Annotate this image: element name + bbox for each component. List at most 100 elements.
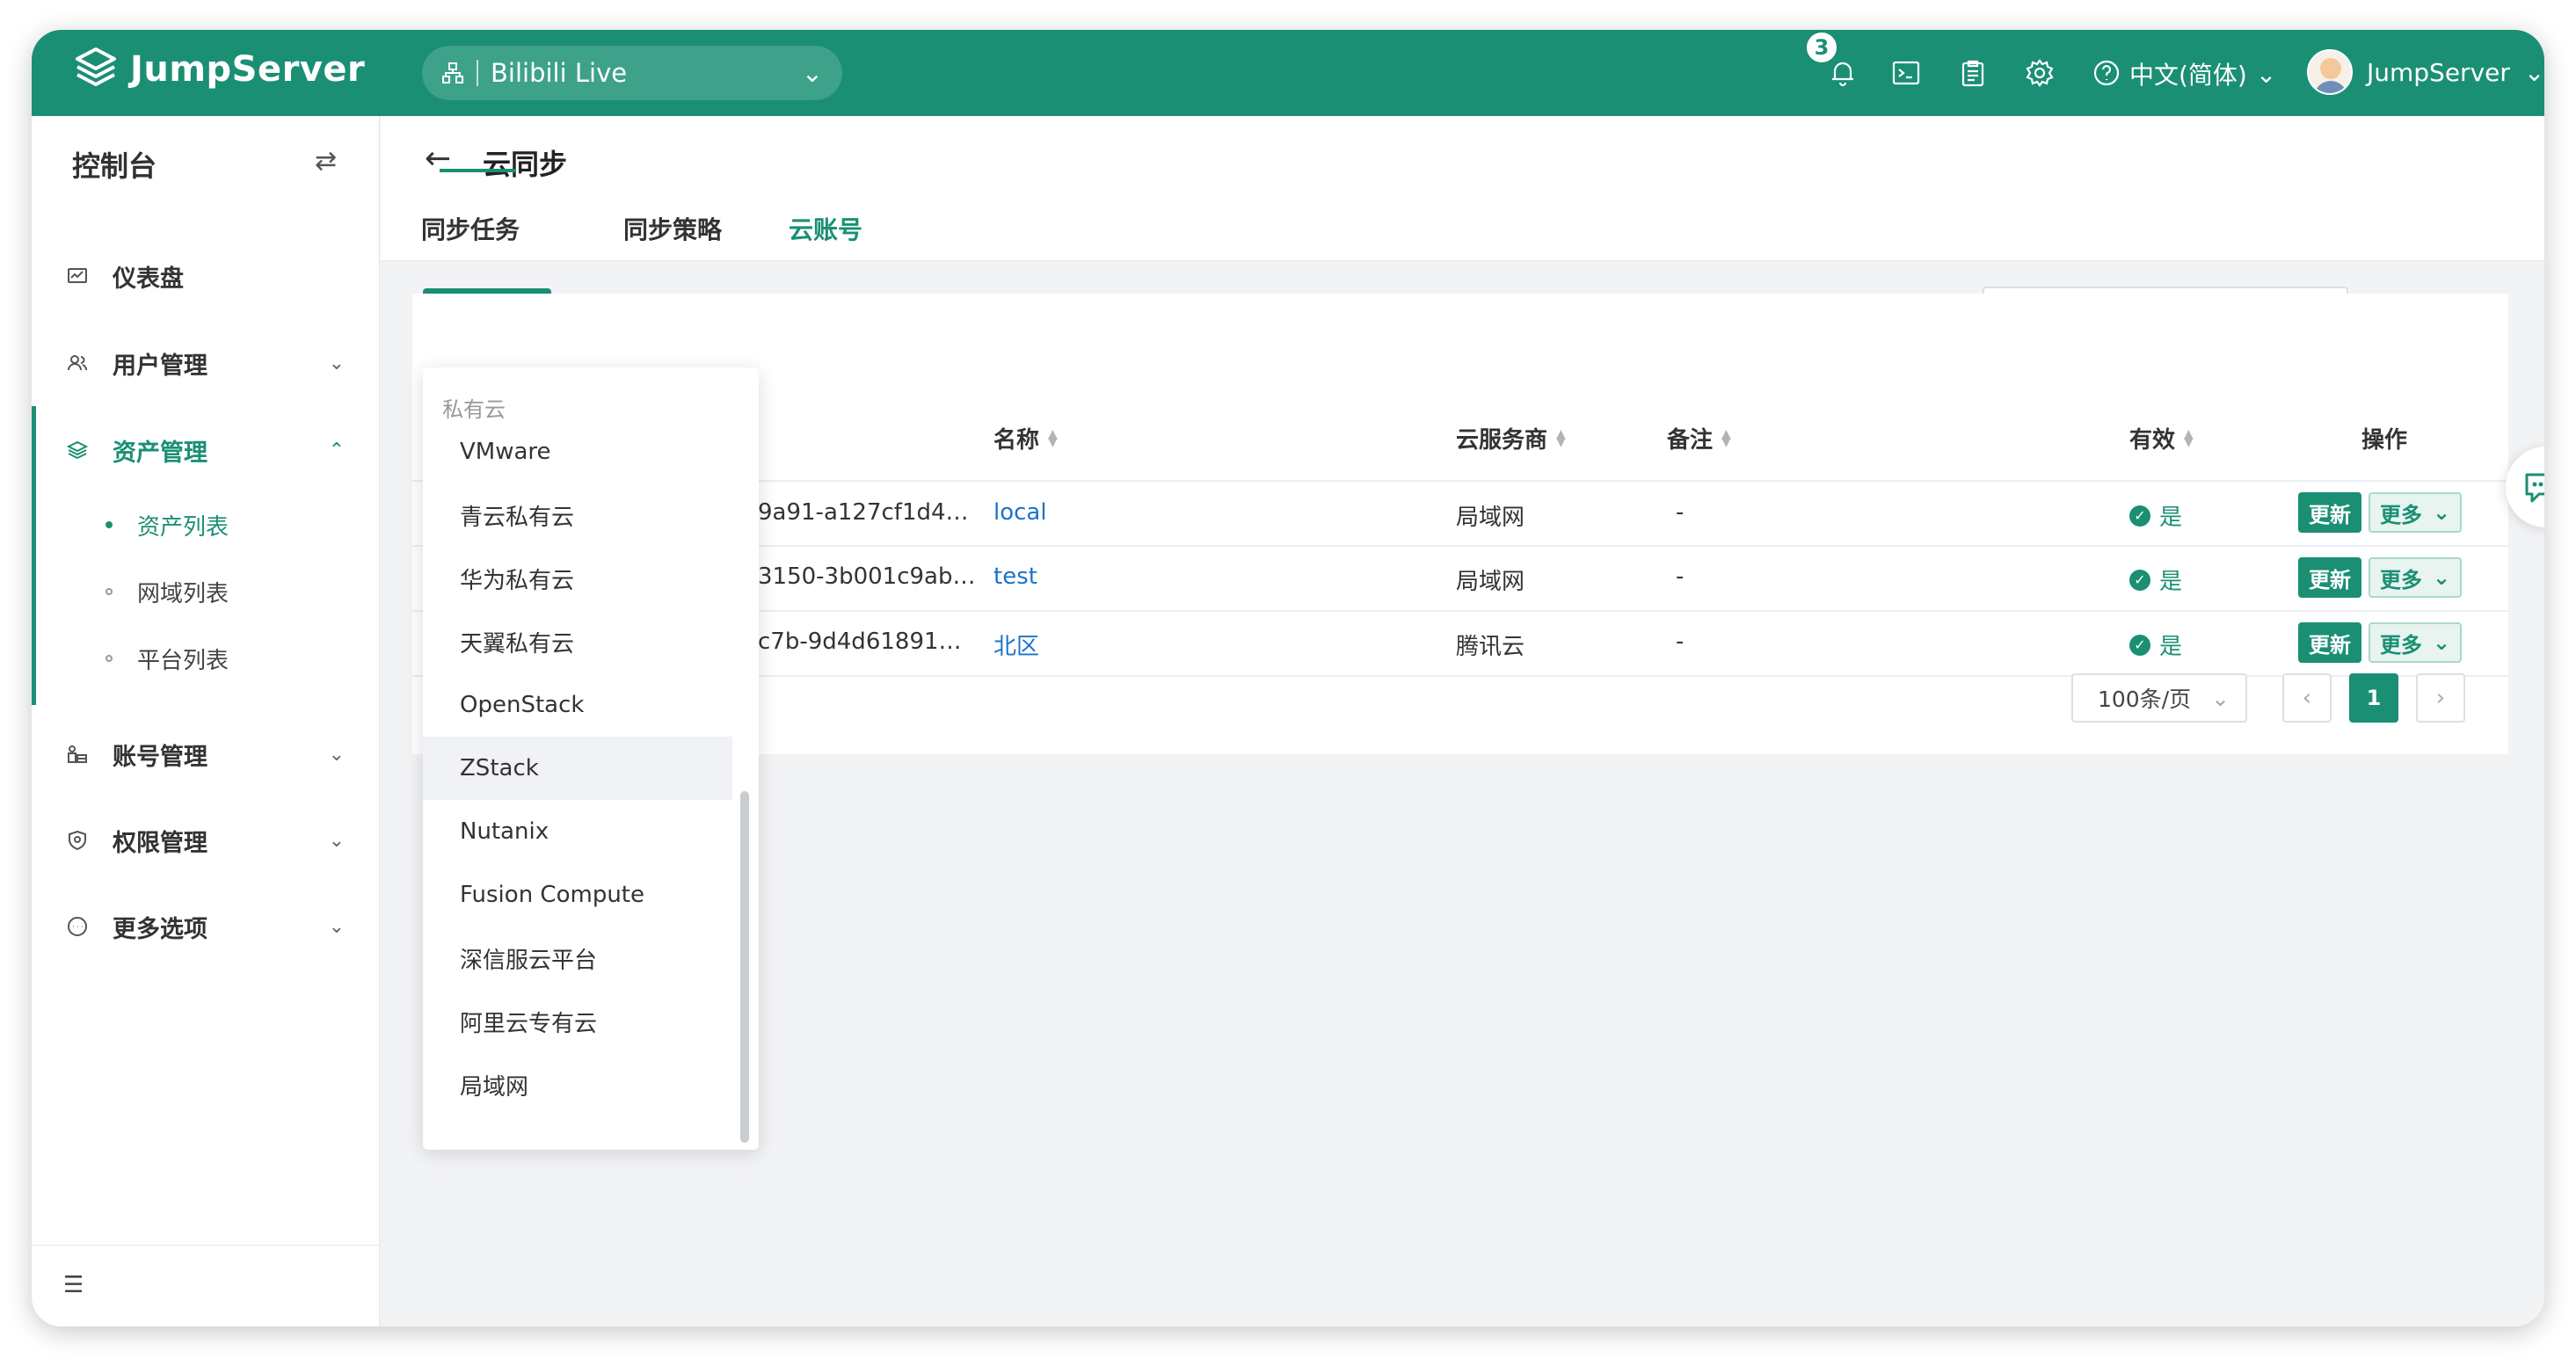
table-cell-name-link[interactable]: local	[993, 499, 1047, 526]
chevron-down-icon: ⌄	[2523, 57, 2544, 87]
sidebar-subitem-domain-list[interactable]: 网域列表	[106, 570, 229, 614]
chat-bubble-icon	[2525, 473, 2544, 503]
settings-button[interactable]	[2022, 55, 2057, 91]
brand-name: JumpServer	[130, 49, 366, 90]
fold-icon[interactable]: ☰	[63, 1272, 84, 1298]
username: JumpServer	[2367, 57, 2510, 87]
sidebar-item-label: 用户管理	[113, 352, 207, 380]
table-cell-comment: -	[1676, 563, 1685, 590]
org-separator	[477, 60, 478, 86]
shield-icon	[62, 829, 93, 852]
column-header-name[interactable]: 名称 ▲ ▼	[993, 422, 1058, 454]
dropdown-item-aliyun-apsara[interactable]: 阿里云专有云	[423, 990, 732, 1053]
chevron-down-icon: ⌄	[2255, 59, 2277, 89]
app-window: JumpServer Bilibili Live ⌄ 3 中文(简体) ⌄ Ju…	[32, 30, 2544, 1326]
brand-logo[interactable]: JumpServer	[72, 46, 365, 93]
dropdown-item-sangfor[interactable]: 深信服云平台	[423, 927, 732, 990]
table-cell-name-link[interactable]: test	[993, 563, 1037, 590]
dropdown-item-qingcloud-private[interactable]: 青云私有云	[423, 483, 732, 547]
dropdown-item-lan[interactable]: 局域网	[423, 1053, 732, 1116]
chevron-down-icon: ⌄	[2211, 685, 2230, 711]
gear-icon	[2026, 59, 2054, 87]
sidebar-subitem-asset-list[interactable]: 资产列表	[106, 503, 229, 547]
avatar	[2307, 49, 2353, 95]
update-button[interactable]: 更新	[2298, 622, 2361, 663]
tab-sync-strategy[interactable]: 同步策略	[623, 211, 722, 246]
dropdown-item-nutanix[interactable]: Nutanix	[423, 800, 732, 863]
valid-status-label: 是	[2159, 634, 2183, 660]
terminal-button[interactable]	[1888, 55, 1924, 91]
top-bar: JumpServer Bilibili Live ⌄ 3 中文(简体) ⌄ Ju…	[32, 30, 2544, 116]
chevron-down-icon: ⌄	[328, 743, 345, 766]
sidebar-item-dashboard[interactable]: 仪表盘	[32, 250, 380, 302]
dropdown-item-openstack[interactable]: OpenStack	[423, 673, 732, 737]
layers-icon	[62, 439, 93, 461]
table-cell-id: 3150-3b001c9ab…	[758, 563, 976, 590]
more-button[interactable]: 更多 ⌄	[2369, 492, 2462, 533]
jumpserver-logo-icon	[76, 47, 116, 86]
column-header-provider[interactable]: 云服务商 ▲ ▼	[1456, 422, 1566, 454]
help-icon	[2093, 60, 2120, 86]
next-page-button[interactable]: ›	[2416, 673, 2465, 723]
table-cell-provider: 腾讯云	[1456, 634, 1525, 660]
sidebar-subitem-label: 资产列表	[137, 513, 229, 541]
tickets-button[interactable]	[1955, 55, 1990, 91]
column-header-label: 操作	[2361, 427, 2408, 454]
sidebar-item-users[interactable]: 用户管理 ⌄	[32, 337, 380, 389]
sidebar-item-label: 更多选项	[113, 915, 207, 943]
column-header-valid[interactable]: 有效 ▲ ▼	[2129, 422, 2194, 454]
more-button[interactable]: 更多 ⌄	[2369, 622, 2462, 663]
tab-cloud-accounts[interactable]: 云账号	[789, 211, 862, 246]
dropdown-item-fusion-compute[interactable]: Fusion Compute	[423, 863, 732, 927]
switch-view-icon[interactable]: ⇄	[315, 146, 337, 177]
sidebar-item-more[interactable]: 更多选项 ⌄	[32, 900, 380, 953]
dropdown-item-ctyun-private[interactable]: 天翼私有云	[423, 610, 732, 673]
sidebar-subitem-platform-list[interactable]: 平台列表	[106, 636, 229, 680]
user-menu[interactable]: JumpServer ⌄	[2307, 49, 2544, 95]
column-header-label: 名称	[993, 427, 1040, 454]
more-button-label: 更多	[2379, 502, 2422, 527]
table-cell-id: c7b-9d4d61891…	[758, 629, 962, 655]
chevron-down-icon: ⌄	[801, 58, 823, 88]
sort-icon[interactable]: ▲ ▼	[2184, 428, 2194, 448]
column-header-actions: 操作	[2361, 422, 2407, 454]
org-selector[interactable]: Bilibili Live ⌄	[422, 46, 842, 100]
language-selector[interactable]: 中文(简体) ⌄	[2129, 56, 2276, 91]
chevron-down-icon: ⌄	[2432, 630, 2451, 655]
table-cell-provider: 局域网	[1456, 505, 1525, 531]
notification-badge: 3	[1804, 30, 1839, 65]
dropdown-item-vmware[interactable]: VMware	[423, 420, 732, 483]
sort-icon[interactable]: ▲ ▼	[1556, 428, 1566, 448]
dropdown-item-huawei-private[interactable]: 华为私有云	[423, 547, 732, 610]
sidebar-item-accounts[interactable]: 账号管理 ⌄	[32, 728, 380, 781]
sort-icon[interactable]: ▲ ▼	[1048, 428, 1058, 448]
table-cell-name-link[interactable]: 北区	[993, 629, 1039, 661]
more-button[interactable]: 更多 ⌄	[2369, 557, 2462, 598]
page-number-button[interactable]: 1	[2349, 673, 2398, 723]
sort-icon[interactable]: ▲ ▼	[1721, 428, 1731, 448]
bullet-icon	[106, 655, 113, 662]
sidebar-item-assets[interactable]: 资产管理 ⌃	[32, 424, 380, 476]
org-icon	[442, 62, 463, 84]
bullet-icon	[106, 521, 113, 528]
column-header-comment[interactable]: 备注 ▲ ▼	[1667, 422, 1731, 454]
dashboard-icon	[62, 265, 93, 287]
update-button[interactable]: 更新	[2298, 492, 2361, 533]
update-button[interactable]: 更新	[2298, 557, 2361, 598]
dropdown-item-zstack[interactable]: ZStack	[423, 737, 732, 800]
page-size-select[interactable]: 100条/页 ⌄	[2071, 673, 2247, 723]
check-circle-icon: ✓	[2129, 569, 2150, 591]
sidebar-item-permissions[interactable]: 权限管理 ⌄	[32, 814, 380, 867]
bullet-icon	[106, 588, 113, 595]
column-header-label: 有效	[2129, 427, 2176, 454]
page-size-label: 100条/页	[2098, 687, 2192, 712]
sidebar-item-label: 资产管理	[113, 439, 207, 467]
tab-sync-tasks[interactable]: 同步任务	[421, 211, 520, 246]
prev-page-button[interactable]: ‹	[2282, 673, 2332, 723]
dropdown-scrollbar[interactable]	[740, 791, 749, 1143]
bell-icon	[1832, 62, 1853, 87]
valid-status-label: 是	[2159, 505, 2183, 531]
help-button[interactable]	[2089, 55, 2124, 91]
valid-status: ✓ 是	[2129, 629, 2182, 661]
sidebar-item-label: 权限管理	[113, 829, 207, 857]
